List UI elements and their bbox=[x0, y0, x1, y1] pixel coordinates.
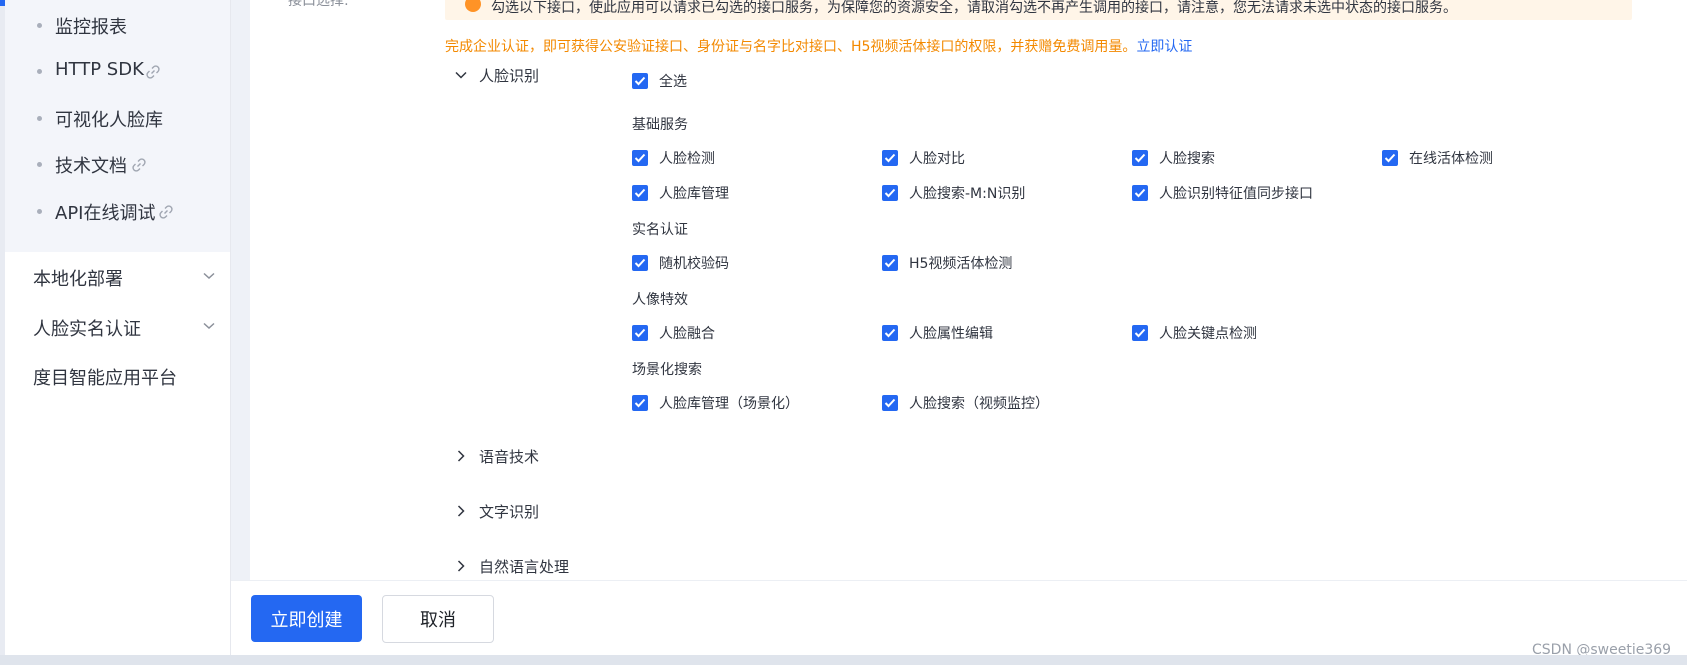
checkbox-checked-icon bbox=[882, 150, 898, 166]
sidebar-item-local-deploy[interactable]: 本地化部署 bbox=[5, 252, 230, 302]
checkbox-label: H5视频活体检测 bbox=[909, 256, 1013, 272]
bullet-icon bbox=[37, 69, 42, 74]
checkbox-label: 人脸检测 bbox=[659, 151, 715, 167]
checkbox-label: 全选 bbox=[659, 74, 687, 90]
certification-note-text: 完成企业认证，即可获得公安验证接口、身份证与名字比对接口、H5视频活体接口的权限… bbox=[445, 39, 1137, 55]
cancel-button[interactable]: 取消 bbox=[382, 595, 494, 643]
checkbox-checked-icon bbox=[632, 150, 648, 166]
chevron-right-icon bbox=[457, 560, 465, 572]
external-link-icon bbox=[159, 205, 173, 219]
chevron-down-icon bbox=[203, 322, 215, 330]
checkbox-label: 人脸融合 bbox=[659, 326, 715, 342]
checkbox-label: 人脸搜索（视频监控） bbox=[909, 396, 1049, 412]
bullet-icon bbox=[37, 116, 42, 121]
checkbox-label: 在线活体检测 bbox=[1409, 151, 1493, 167]
select-all-checkbox[interactable]: 全选 bbox=[632, 71, 687, 91]
checkbox-face-library-scene[interactable]: 人脸库管理（场景化） bbox=[632, 393, 799, 413]
field-label: 接口选择: bbox=[288, 0, 349, 9]
sidebar-subgroup: 监控报表 HTTP SDK 可视化人脸库 技术文档 API在线调试 bbox=[5, 0, 230, 252]
form-footer: 立即创建 取消 bbox=[231, 580, 1687, 656]
external-link-icon bbox=[146, 65, 160, 79]
checkbox-label: 人脸关键点检测 bbox=[1159, 326, 1257, 342]
section-title: 文字识别 bbox=[479, 503, 540, 521]
sidebar-item-label: 人脸实名认证 bbox=[33, 319, 141, 340]
checkbox-checked-icon bbox=[1132, 185, 1148, 201]
checkbox-face-library-manage[interactable]: 人脸库管理 bbox=[632, 183, 729, 203]
sidebar-item-realname-auth[interactable]: 人脸实名认证 bbox=[5, 302, 230, 352]
notice-text: 勾选以下接口，使此应用可以请求已勾选的接口服务，为保障您的资源安全，请取消勾选不… bbox=[491, 0, 1457, 16]
checkbox-label: 人脸对比 bbox=[909, 151, 965, 167]
sidebar-item-tech-docs[interactable]: 技术文档 bbox=[5, 139, 230, 189]
checkbox-face-search-mn[interactable]: 人脸搜索-M:N识别 bbox=[882, 183, 1025, 203]
group-title-portrait-effects: 人像特效 bbox=[632, 292, 688, 308]
checkbox-label: 随机校验码 bbox=[659, 256, 729, 272]
section-title: 自然语言处理 bbox=[479, 558, 570, 576]
sidebar-item-api-debug[interactable]: API在线调试 bbox=[5, 186, 230, 236]
checkbox-checked-icon bbox=[1132, 325, 1148, 341]
checkbox-checked-icon bbox=[882, 185, 898, 201]
sidebar-item-http-sdk[interactable]: HTTP SDK bbox=[5, 46, 230, 96]
bullet-icon bbox=[37, 162, 42, 167]
section-title: 语音技术 bbox=[479, 448, 540, 466]
chevron-down-icon bbox=[455, 71, 467, 79]
external-link-icon bbox=[132, 158, 146, 172]
sidebar: 监控报表 HTTP SDK 可视化人脸库 技术文档 API在线调试 本地化部署 … bbox=[5, 0, 231, 655]
checkbox-online-liveness[interactable]: 在线活体检测 bbox=[1382, 148, 1493, 168]
sidebar-item-label: 监控报表 bbox=[55, 17, 127, 38]
sidebar-item-visual-face-library[interactable]: 可视化人脸库 bbox=[5, 93, 230, 143]
chevron-right-icon bbox=[457, 450, 465, 462]
checkbox-label: 人脸搜索-M:N识别 bbox=[909, 186, 1026, 202]
checkbox-label: 人脸库管理（场景化） bbox=[659, 396, 799, 412]
chevron-right-icon bbox=[457, 505, 465, 517]
sidebar-item-monitor-report[interactable]: 监控报表 bbox=[5, 0, 230, 50]
group-title-realname: 实名认证 bbox=[632, 222, 688, 238]
checkbox-checked-icon bbox=[632, 325, 648, 341]
sidebar-item-label: 度目智能应用平台 bbox=[33, 368, 177, 389]
checkbox-checked-icon bbox=[632, 395, 648, 411]
checkbox-feature-sync[interactable]: 人脸识别特征值同步接口 bbox=[1132, 183, 1313, 203]
certify-now-link[interactable]: 立即认证 bbox=[1136, 39, 1192, 55]
checkbox-checked-icon bbox=[632, 73, 648, 89]
checkbox-checked-icon bbox=[882, 395, 898, 411]
notice-banner: 勾选以下接口，使此应用可以请求已勾选的接口服务，为保障您的资源安全，请取消勾选不… bbox=[445, 0, 1632, 20]
certification-note: 完成企业认证，即可获得公安验证接口、身份证与名字比对接口、H5视频活体接口的权限… bbox=[445, 36, 1192, 56]
checkbox-face-detect[interactable]: 人脸检测 bbox=[632, 148, 715, 168]
checkbox-label: 人脸库管理 bbox=[659, 186, 729, 202]
checkbox-label: 人脸搜索 bbox=[1159, 151, 1215, 167]
checkbox-checked-icon bbox=[1132, 150, 1148, 166]
group-title-scene-search: 场景化搜索 bbox=[632, 362, 702, 378]
checkbox-face-search[interactable]: 人脸搜索 bbox=[1132, 148, 1215, 168]
checkbox-checked-icon bbox=[632, 255, 648, 271]
checkbox-checked-icon bbox=[882, 325, 898, 341]
section-title: 人脸识别 bbox=[479, 67, 540, 85]
warning-icon bbox=[465, 0, 481, 12]
main-content: 接口选择: 勾选以下接口，使此应用可以请求已勾选的接口服务，为保障您的资源安全，… bbox=[250, 0, 1687, 580]
checkbox-h5-liveness[interactable]: H5视频活体检测 bbox=[882, 253, 1012, 273]
checkbox-label: 人脸属性编辑 bbox=[909, 326, 993, 342]
checkbox-random-code[interactable]: 随机校验码 bbox=[632, 253, 729, 273]
sidebar-item-label: 本地化部署 bbox=[33, 269, 123, 290]
bullet-icon bbox=[37, 23, 42, 28]
chevron-down-icon bbox=[203, 272, 215, 280]
bottom-edge bbox=[0, 655, 1687, 665]
sidebar-item-label: HTTP SDK bbox=[55, 59, 144, 80]
sidebar-item-label: 可视化人脸库 bbox=[55, 110, 163, 131]
checkbox-checked-icon bbox=[882, 255, 898, 271]
group-title-basic-services: 基础服务 bbox=[632, 117, 688, 133]
create-now-button[interactable]: 立即创建 bbox=[251, 595, 362, 642]
checkbox-face-fusion[interactable]: 人脸融合 bbox=[632, 323, 715, 343]
sidebar-item-label: 技术文档 bbox=[55, 156, 127, 177]
checkbox-label: 人脸识别特征值同步接口 bbox=[1159, 186, 1313, 202]
bullet-icon bbox=[37, 209, 42, 214]
sidebar-item-dumu-platform[interactable]: 度目智能应用平台 bbox=[5, 351, 230, 401]
checkbox-face-attr-edit[interactable]: 人脸属性编辑 bbox=[882, 323, 993, 343]
sidebar-item-label: API在线调试 bbox=[55, 203, 156, 224]
checkbox-face-landmark[interactable]: 人脸关键点检测 bbox=[1132, 323, 1257, 343]
checkbox-face-search-video[interactable]: 人脸搜索（视频监控） bbox=[882, 393, 1049, 413]
checkbox-face-compare[interactable]: 人脸对比 bbox=[882, 148, 965, 168]
checkbox-checked-icon bbox=[1382, 150, 1398, 166]
checkbox-checked-icon bbox=[632, 185, 648, 201]
